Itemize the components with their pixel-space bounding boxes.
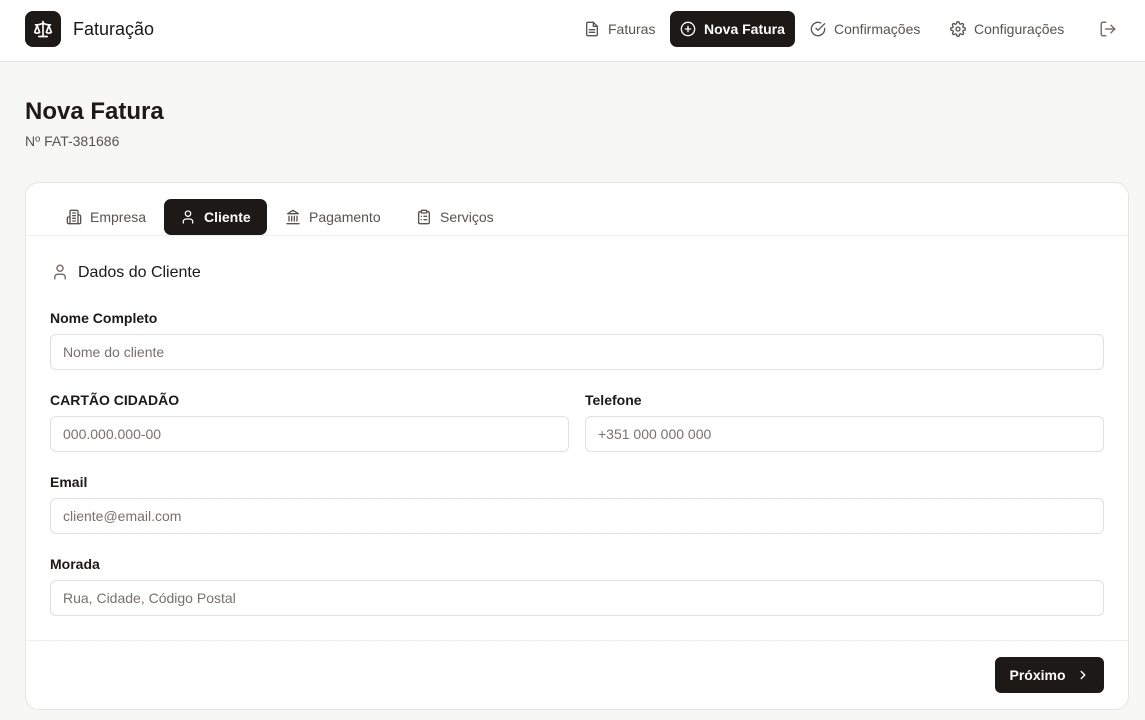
- page-title: Nova Fatura: [25, 98, 164, 125]
- nav-invoices[interactable]: Faturas: [574, 11, 665, 47]
- nav-confirmations[interactable]: Confirmações: [800, 11, 930, 47]
- tab-client-label: Cliente: [204, 209, 251, 225]
- email-input[interactable]: [50, 498, 1104, 534]
- bank-icon: [286, 209, 300, 225]
- logout-icon[interactable]: [1099, 20, 1117, 38]
- nav-invoices-label: Faturas: [608, 21, 656, 37]
- footer-divider: [26, 640, 1128, 641]
- tab-client[interactable]: Cliente: [164, 199, 267, 235]
- gear-icon: [950, 21, 966, 37]
- nav-settings-label: Configurações: [974, 21, 1065, 37]
- app-logo[interactable]: [25, 11, 61, 47]
- building-icon: [66, 209, 82, 225]
- user-icon: [54, 264, 66, 280]
- citizen-card-label: CARTÃO CIDADÃO: [50, 392, 180, 408]
- nav-new-invoice-label: Nova Fatura: [704, 21, 785, 37]
- address-label: Morada: [50, 556, 100, 572]
- nav-settings[interactable]: Configurações: [940, 11, 1074, 47]
- nav-new-invoice[interactable]: Nova Fatura: [670, 11, 795, 47]
- tabs-divider: [26, 235, 1128, 236]
- nav-confirmations-label: Confirmações: [834, 21, 921, 37]
- app-title: Faturação: [73, 19, 155, 39]
- phone-label: Telefone: [585, 392, 642, 408]
- chevron-right-icon: [1080, 670, 1085, 680]
- next-button-label: Próximo: [1009, 667, 1066, 683]
- tab-services-label: Serviços: [440, 209, 494, 225]
- email-label: Email: [50, 474, 88, 490]
- full-name-input[interactable]: [50, 334, 1104, 370]
- user-icon: [182, 210, 194, 224]
- full-name-label: Nome Completo: [50, 310, 158, 326]
- document-icon: [586, 21, 598, 37]
- tab-company-label: Empresa: [90, 209, 147, 225]
- scale-icon: [33, 20, 53, 38]
- check-circle-icon: [810, 21, 826, 37]
- top-navigation-bar: Faturação Faturas Nova Fatura Confirmaçõ…: [0, 0, 1145, 62]
- address-input[interactable]: [50, 580, 1104, 616]
- tab-payment-label: Pagamento: [309, 209, 381, 225]
- invoice-number: Nº FAT-381686: [25, 133, 120, 149]
- next-button[interactable]: Próximo: [995, 657, 1104, 693]
- clipboard-icon: [418, 209, 430, 225]
- tab-payment[interactable]: Pagamento: [269, 199, 397, 235]
- citizen-card-input[interactable]: [50, 416, 569, 452]
- tab-services[interactable]: Serviços: [400, 199, 510, 235]
- tab-company[interactable]: Empresa: [50, 199, 162, 235]
- invoice-form-card: Empresa Cliente Pagamento Serviços Dados…: [25, 182, 1129, 710]
- section-title: Dados do Cliente: [78, 264, 201, 281]
- phone-input[interactable]: [585, 416, 1104, 452]
- plus-circle-icon: [680, 21, 696, 37]
